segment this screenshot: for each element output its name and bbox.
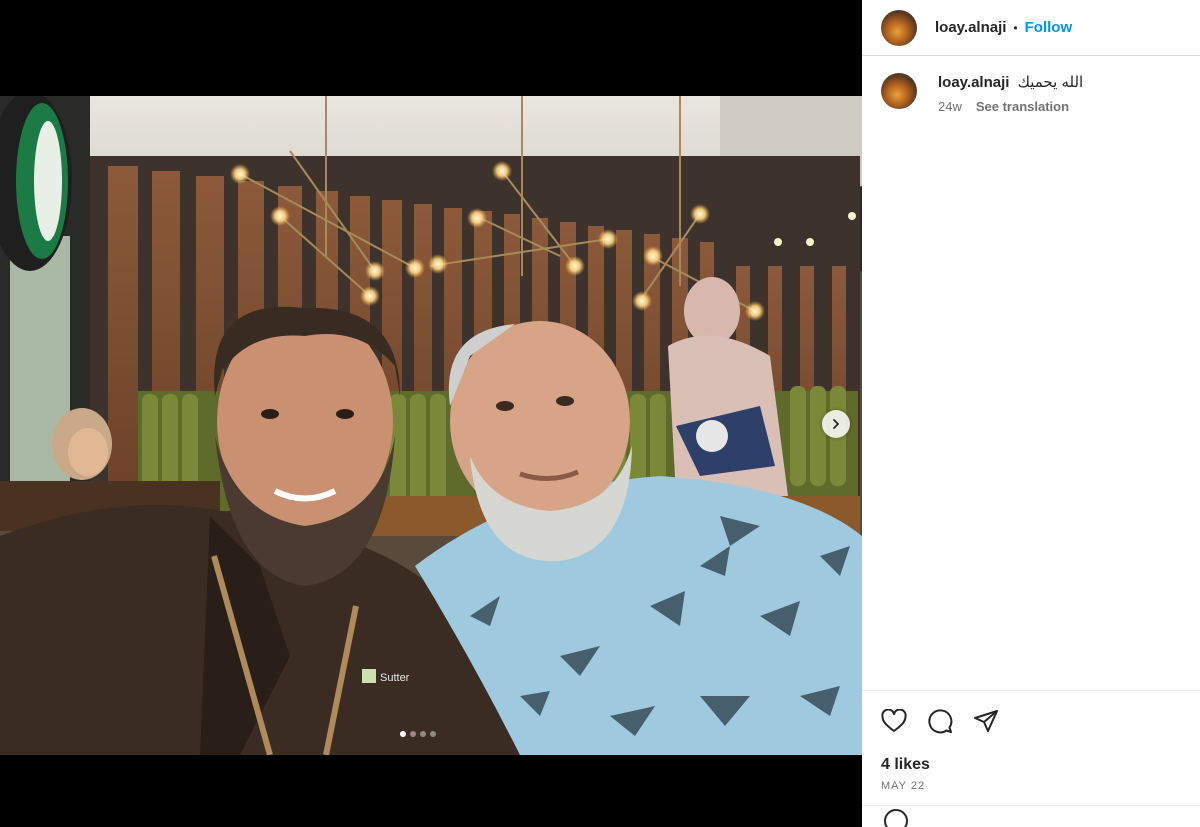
- post-date: MAY 22: [881, 780, 926, 792]
- carousel-indicator: [400, 731, 436, 737]
- like-button[interactable]: [880, 707, 908, 735]
- post-header: loay.alnaji • Follow: [862, 0, 1200, 56]
- likes-count[interactable]: 4 likes: [881, 756, 1200, 774]
- emoji-icon[interactable]: [884, 809, 908, 827]
- carousel-dot: [430, 731, 436, 737]
- caption-line: loay.alnaji الله يحميك: [938, 73, 1083, 93]
- see-translation-button[interactable]: See translation: [976, 99, 1069, 114]
- heart-icon: [881, 709, 907, 732]
- post-actions: 4 likes MAY 22: [862, 690, 1200, 827]
- caption-body: loay.alnaji الله يحميك 24w See translati…: [938, 73, 1083, 114]
- follow-button[interactable]: Follow: [1025, 19, 1073, 36]
- media-pane: Sutter: [0, 0, 862, 827]
- caption-text: الله يحميك: [1017, 74, 1084, 91]
- avatar[interactable]: [881, 73, 917, 109]
- divider: [862, 805, 1200, 806]
- carousel-dot: [420, 731, 426, 737]
- separator-dot: •: [1013, 20, 1018, 35]
- post-username[interactable]: loay.alnaji: [935, 19, 1006, 36]
- photo-illustration: Sutter: [0, 96, 862, 755]
- next-slide-button[interactable]: [822, 410, 850, 438]
- post-photo[interactable]: Sutter: [0, 96, 862, 755]
- carousel-dot: [400, 731, 406, 737]
- svg-text:Sutter: Sutter: [380, 672, 410, 684]
- caption-age[interactable]: 24w: [938, 99, 962, 114]
- send-icon: [974, 710, 998, 732]
- carousel-dot: [410, 731, 416, 737]
- caption-username[interactable]: loay.alnaji: [938, 74, 1009, 91]
- avatar[interactable]: [881, 9, 917, 46]
- post-side-panel: loay.alnaji • Follow loay.alnaji الله يح…: [862, 0, 1200, 827]
- caption: loay.alnaji الله يحميك 24w See translati…: [862, 56, 1200, 114]
- comment-icon: [928, 709, 953, 734]
- action-icons: [862, 691, 1200, 735]
- share-button[interactable]: [972, 707, 1000, 735]
- comment-button[interactable]: [926, 707, 954, 735]
- caption-meta: 24w See translation: [938, 99, 1083, 114]
- chevron-right-icon: [833, 419, 839, 429]
